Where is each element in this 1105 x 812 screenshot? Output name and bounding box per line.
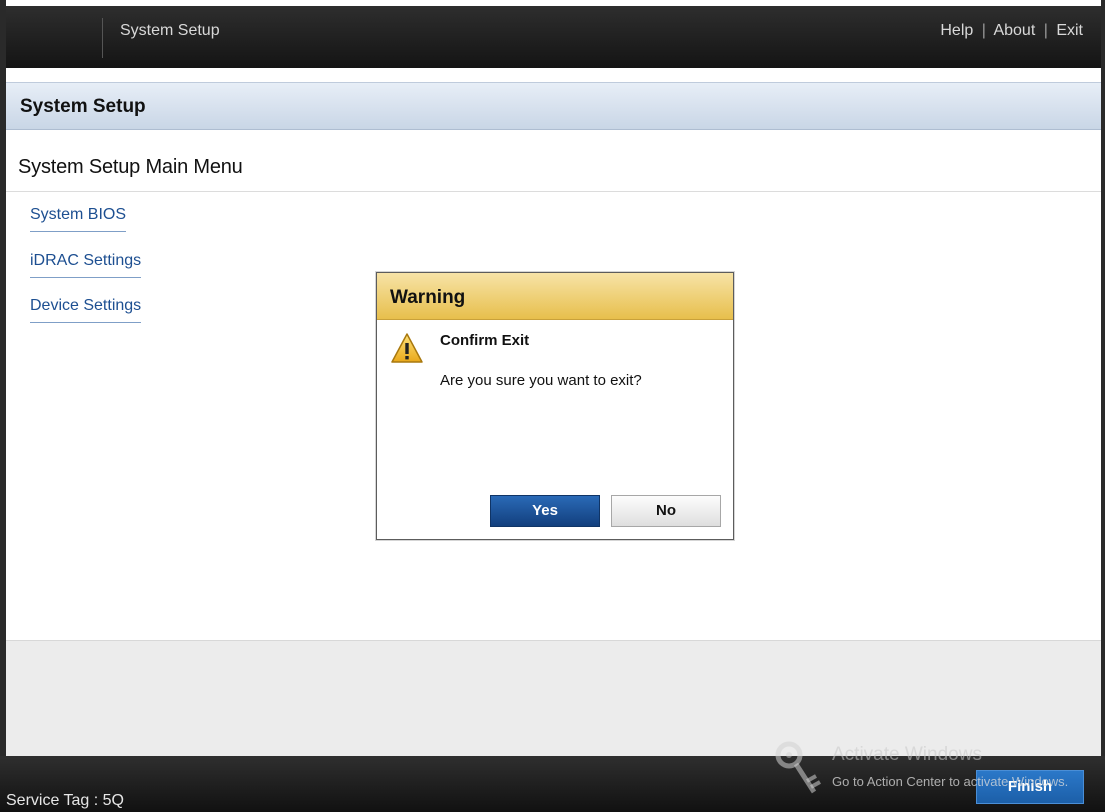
dialog-message: Are you sure you want to exit?	[440, 372, 642, 389]
window-edge-right	[1101, 0, 1105, 812]
about-link[interactable]: About	[993, 22, 1035, 39]
exit-link[interactable]: Exit	[1056, 22, 1083, 39]
warning-dialog: Warning Confirm Exit Are you sure you wa…	[376, 272, 734, 540]
main-menu-title: System Setup Main Menu	[18, 156, 243, 178]
title-band: System Setup	[6, 82, 1101, 130]
dialog-title: Warning	[390, 287, 466, 308]
app-title: System Setup	[120, 22, 220, 39]
lower-panel	[6, 640, 1101, 756]
warning-triangle-icon	[391, 333, 423, 363]
top-bar: System Setup Help | About | Exit	[6, 6, 1101, 68]
yes-button[interactable]: Yes	[490, 495, 600, 527]
link-separator: |	[981, 22, 986, 39]
topbar-links: Help | About | Exit	[940, 22, 1083, 40]
dialog-header: Warning	[377, 273, 733, 320]
menu-divider	[6, 191, 1101, 192]
finish-button[interactable]: Finish	[976, 770, 1084, 804]
page-title: System Setup	[20, 96, 146, 117]
dialog-heading: Confirm Exit	[440, 332, 530, 349]
bottom-bar: Service Tag : 5Q	[0, 756, 1105, 812]
no-button[interactable]: No	[611, 495, 721, 527]
menu-item-system-bios[interactable]: System BIOS	[30, 206, 127, 232]
menu-item-idrac-settings[interactable]: iDRAC Settings	[30, 252, 142, 278]
help-link[interactable]: Help	[940, 22, 973, 39]
service-tag: Service Tag : 5Q	[6, 792, 124, 809]
menu-item-device-settings[interactable]: Device Settings	[30, 297, 142, 323]
top-spacer	[6, 68, 1101, 82]
topbar-divider	[102, 18, 103, 58]
link-separator: |	[1043, 22, 1048, 39]
